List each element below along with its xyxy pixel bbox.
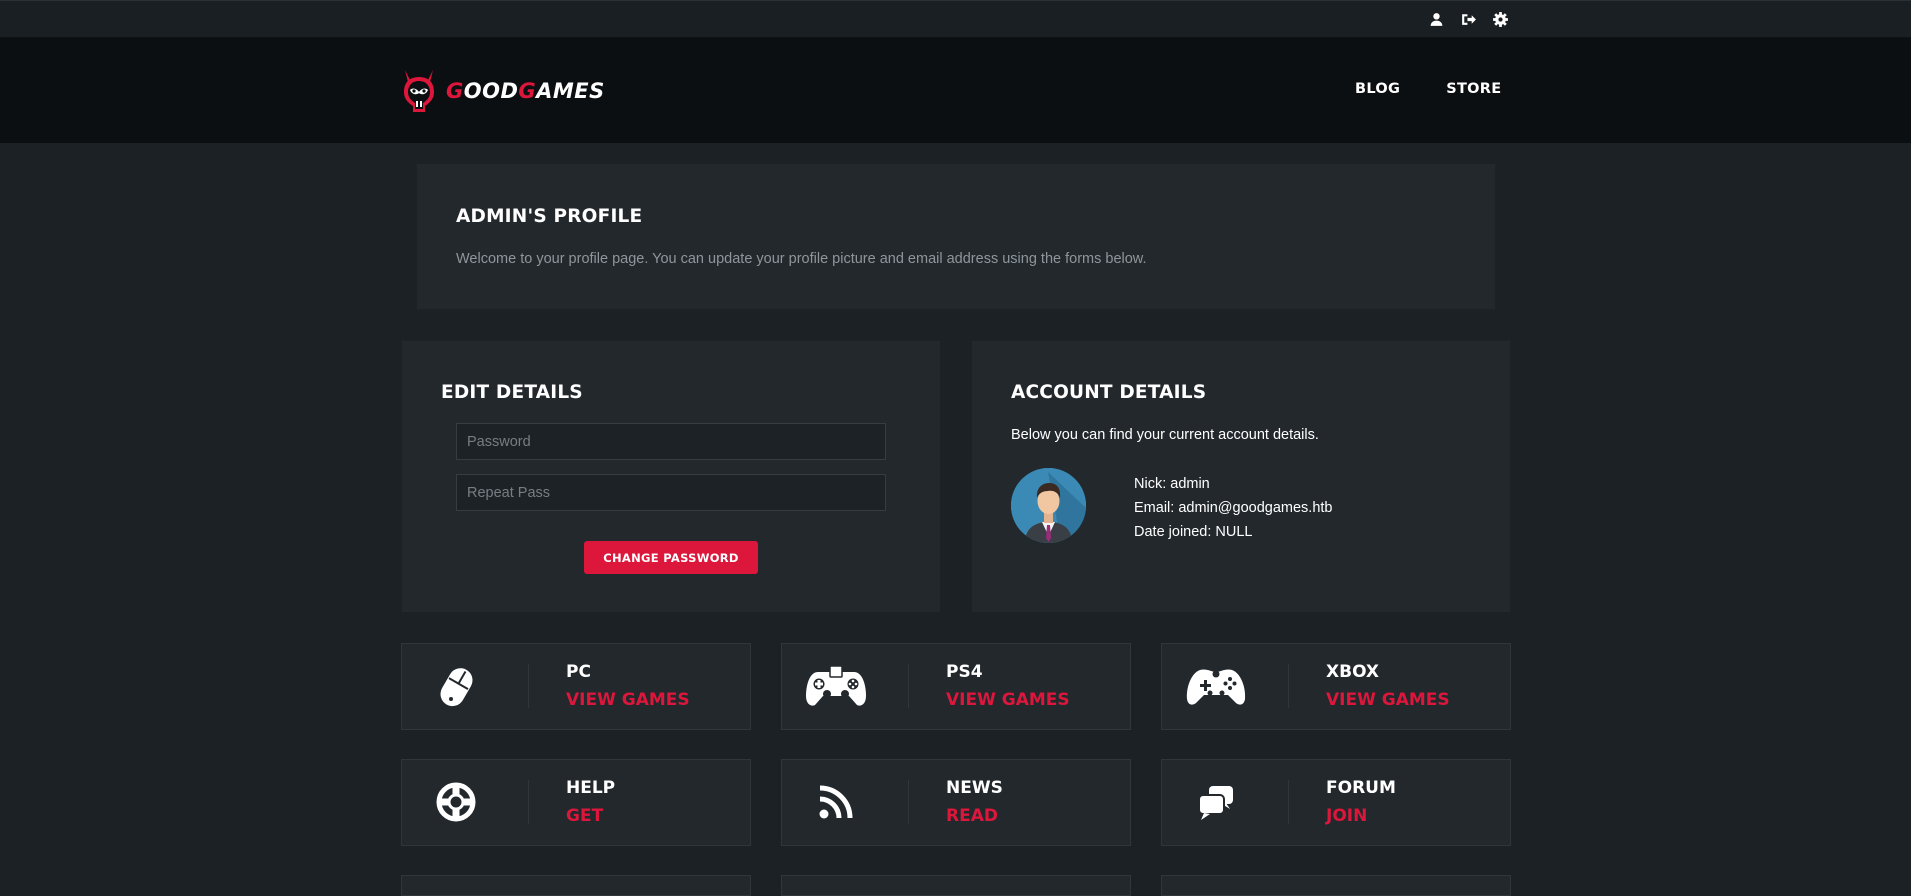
category-card-partial[interactable] bbox=[781, 875, 1131, 896]
category-card-news[interactable]: NEWS READ bbox=[781, 759, 1131, 846]
nav-store-link[interactable]: STORE bbox=[1446, 81, 1501, 97]
top-bar bbox=[0, 0, 1911, 38]
skull-logo-icon bbox=[404, 70, 434, 112]
profile-intro-text: Welcome to your profile page. You can up… bbox=[456, 251, 1147, 267]
site-header: GOODGAMES BLOG STORE bbox=[0, 38, 1911, 143]
card-title: XBOX bbox=[1326, 662, 1380, 682]
category-card-forum[interactable]: FORUM JOIN bbox=[1161, 759, 1511, 846]
card-divider bbox=[908, 664, 909, 708]
profile-intro-panel: ADMIN'S PROFILE Welcome to your profile … bbox=[416, 163, 1496, 310]
card-divider bbox=[528, 664, 529, 708]
avatar bbox=[1011, 468, 1086, 543]
change-password-button[interactable]: CHANGE PASSWORD bbox=[584, 541, 758, 574]
lifebuoy-icon bbox=[426, 774, 486, 830]
category-card-partial[interactable] bbox=[401, 875, 751, 896]
card-action-link[interactable]: JOIN bbox=[1326, 806, 1367, 826]
site-logo[interactable]: GOODGAMES bbox=[400, 68, 605, 114]
card-divider bbox=[908, 780, 909, 824]
category-card-help[interactable]: HELP GET bbox=[401, 759, 751, 846]
edit-details-title: EDIT DETAILS bbox=[441, 382, 583, 403]
main-nav: BLOG STORE bbox=[1355, 81, 1501, 97]
repeat-password-input[interactable] bbox=[456, 474, 886, 511]
category-card-ps4[interactable]: PS4 VIEW GAMES bbox=[781, 643, 1131, 730]
ps4-gamepad-icon bbox=[806, 658, 866, 714]
nav-blog-link[interactable]: BLOG bbox=[1355, 81, 1400, 97]
card-title: HELP bbox=[566, 778, 616, 798]
card-title: PS4 bbox=[946, 662, 983, 682]
account-details-title: ACCOUNT DETAILS bbox=[1011, 382, 1207, 403]
card-action-link[interactable]: VIEW GAMES bbox=[1326, 690, 1450, 710]
card-title: FORUM bbox=[1326, 778, 1396, 798]
card-action-link[interactable]: READ bbox=[946, 806, 998, 826]
xbox-gamepad-icon bbox=[1186, 658, 1246, 714]
chat-icon bbox=[1186, 774, 1246, 830]
sign-out-icon[interactable] bbox=[1460, 11, 1477, 28]
account-email: Email: admin@goodgames.htb bbox=[1134, 500, 1333, 516]
top-bar-icons bbox=[1428, 11, 1509, 28]
account-details-panel: ACCOUNT DETAILS Below you can find your … bbox=[971, 340, 1511, 613]
card-divider bbox=[1288, 780, 1289, 824]
password-input[interactable] bbox=[456, 423, 886, 460]
card-divider bbox=[528, 780, 529, 824]
category-card-pc[interactable]: PC VIEW GAMES bbox=[401, 643, 751, 730]
card-title: NEWS bbox=[946, 778, 1003, 798]
card-divider bbox=[1288, 664, 1289, 708]
category-card-partial[interactable] bbox=[1161, 875, 1511, 896]
card-action-link[interactable]: VIEW GAMES bbox=[946, 690, 1070, 710]
rss-icon bbox=[806, 774, 866, 830]
account-details-list: Nick: admin Email: admin@goodgames.htb D… bbox=[1134, 472, 1333, 544]
edit-details-panel: EDIT DETAILS CHANGE PASSWORD bbox=[401, 340, 941, 613]
user-icon[interactable] bbox=[1428, 11, 1445, 28]
card-action-link[interactable]: VIEW GAMES bbox=[566, 690, 690, 710]
card-action-link[interactable]: GET bbox=[566, 806, 603, 826]
card-title: PC bbox=[566, 662, 591, 682]
page-title: ADMIN'S PROFILE bbox=[456, 206, 643, 227]
gear-icon[interactable] bbox=[1492, 11, 1509, 28]
category-card-xbox[interactable]: XBOX VIEW GAMES bbox=[1161, 643, 1511, 730]
brand-name: GOODGAMES bbox=[446, 79, 605, 103]
mouse-icon bbox=[426, 658, 486, 714]
account-date-joined: Date joined: NULL bbox=[1134, 524, 1253, 540]
user-avatar-icon bbox=[1011, 468, 1086, 543]
account-nick: Nick: admin bbox=[1134, 476, 1210, 492]
account-details-subtitle: Below you can find your current account … bbox=[1011, 427, 1319, 443]
